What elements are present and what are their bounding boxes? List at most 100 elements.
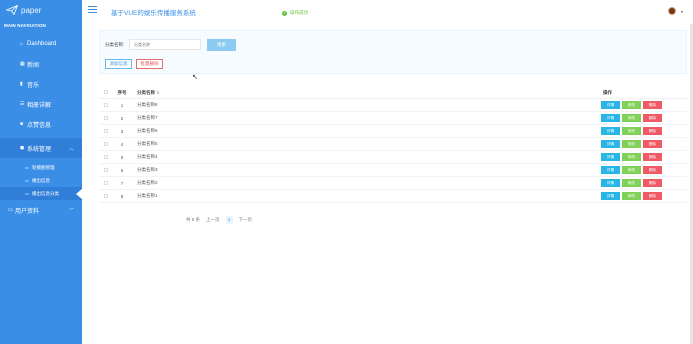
row-name: 分类名称7: [137, 115, 158, 120]
pager-current[interactable]: 1: [225, 216, 233, 224]
edit-button[interactable]: 修改: [622, 127, 641, 135]
sidebar-item-news[interactable]: ▦ 新闻: [0, 54, 82, 74]
edit-button[interactable]: 修改: [622, 101, 641, 109]
row-actions: 详情 修改 删除: [601, 140, 662, 148]
delete-button[interactable]: 删除: [643, 101, 662, 109]
edit-button[interactable]: 修改: [622, 166, 641, 174]
row-checkbox[interactable]: [99, 115, 113, 121]
grid-icon: ▦: [20, 61, 25, 67]
row-name: 分类名称8: [137, 102, 158, 107]
edit-button[interactable]: 修改: [622, 153, 641, 161]
row-checkbox[interactable]: [99, 193, 113, 199]
sidebar-subitem-carousel[interactable]: ▭ 轮播图管理: [0, 161, 82, 174]
chevron-down-icon: ﹀: [68, 207, 74, 214]
select-all-checkbox[interactable]: [99, 90, 113, 95]
view-button[interactable]: 详情: [601, 179, 620, 187]
table-row: 3 分类名称6 详情 修改 删除: [99, 125, 687, 138]
header-name[interactable]: 分类名称 ⇅: [131, 90, 601, 96]
list-icon: ☰: [20, 101, 25, 107]
sidebar-item-label: 音乐: [27, 82, 40, 89]
view-button[interactable]: 详情: [601, 101, 620, 109]
search-button[interactable]: 搜索: [207, 39, 236, 51]
caret-down-icon[interactable]: ▾: [681, 9, 683, 14]
row-checkbox[interactable]: [99, 102, 113, 108]
sidebar-subitem-broadcast-category[interactable]: ▭ 播出信息分类: [0, 187, 83, 200]
window-icon: ▭: [25, 191, 29, 196]
row-name: 分类名称1: [137, 193, 158, 198]
delete-button[interactable]: 删除: [643, 153, 662, 161]
sidebar-subitem-broadcast[interactable]: ▭ 播出信息: [0, 174, 82, 187]
sidebar-item-album[interactable]: ☰ 相册详解: [0, 94, 82, 114]
edit-button[interactable]: 修改: [622, 192, 641, 200]
nav-heading: MAIN NAVIGATION: [4, 23, 46, 28]
menu-toggle-icon[interactable]: [88, 6, 97, 13]
row-checkbox[interactable]: [99, 141, 113, 147]
window-icon: ▭: [25, 165, 29, 170]
header-ops: 操作: [603, 89, 612, 95]
row-index: 6: [120, 167, 124, 173]
table-row: 8 分类名称1 详情 修改 删除: [99, 190, 687, 203]
sidebar-item-dashboard[interactable]: ⌂ Dashboard: [0, 34, 82, 54]
view-button[interactable]: 详情: [601, 140, 620, 148]
sidebar-item-label: Dashboard: [27, 41, 57, 47]
delete-button[interactable]: 删除: [643, 127, 662, 135]
mouse-cursor-icon: ↖: [192, 74, 198, 81]
table-row: 2 分类名称7 详情 修改 删除: [99, 112, 687, 125]
row-checkbox[interactable]: [99, 154, 113, 160]
sidebar-item-system[interactable]: ◼ 系统管理 ︿: [0, 138, 82, 158]
edit-button[interactable]: 修改: [622, 140, 641, 148]
table-row: 6 分类名称3 详情 修改 删除: [99, 164, 687, 177]
user-card-icon: ▭: [8, 207, 13, 213]
sidebar-item-label: 系统管理: [27, 146, 52, 153]
view-button[interactable]: 详情: [601, 127, 620, 135]
view-button[interactable]: 详情: [601, 192, 620, 200]
pager-prev[interactable]: 上一页: [206, 217, 220, 223]
table-body: 1 分类名称8 详情 修改 删除 2 分类名称7 详情 修改 删除 3 分类名称6 详情 修改 删除 4 分类名…: [99, 99, 687, 203]
delete-button[interactable]: 删除: [643, 114, 662, 122]
table-header: 序号 分类名称 ⇅ 操作: [99, 87, 687, 99]
row-name: 分类名称2: [137, 180, 158, 185]
delete-button[interactable]: 删除: [643, 140, 662, 148]
logo[interactable]: paper: [0, 0, 82, 20]
main-content: 基于VUE的娱乐传播服务系统 ✓ 操作成功 ▾ 分类名称: 搜索 添加信息 批量…: [82, 0, 693, 344]
sidebar-item-user[interactable]: ▭ 用户资料 ﹀: [0, 200, 82, 220]
row-name: 分类名称3: [137, 167, 158, 172]
pager-next[interactable]: 下一页: [239, 217, 253, 223]
row-actions: 详情 修改 删除: [601, 101, 662, 109]
row-index: 3: [120, 128, 124, 134]
row-actions: 详情 修改 删除: [601, 179, 662, 187]
edit-button[interactable]: 修改: [622, 179, 641, 187]
sidebar-item-label: 新闻: [27, 62, 40, 69]
avatar[interactable]: [668, 7, 676, 15]
view-button[interactable]: 详情: [601, 114, 620, 122]
delete-button[interactable]: 删除: [643, 192, 662, 200]
search-panel: 分类名称: 搜索 添加信息 批量删除: [99, 30, 687, 74]
sidebar-item-label: 用户资料: [15, 208, 40, 215]
sort-icon[interactable]: ⇅: [156, 90, 159, 95]
sidebar-item-likes[interactable]: ■ 点赞信息: [0, 114, 82, 134]
row-checkbox[interactable]: [99, 180, 113, 186]
sidebar-item-music[interactable]: ▮ 音乐: [0, 74, 82, 94]
apps-icon: ■: [20, 121, 24, 127]
search-input[interactable]: [129, 39, 201, 50]
row-name: 分类名称6: [137, 128, 158, 133]
row-name: 分类名称4: [137, 154, 158, 159]
search-label: 分类名称:: [105, 42, 125, 47]
delete-button[interactable]: 删除: [643, 166, 662, 174]
sidebar-subitem-label: 播出信息分类: [32, 190, 59, 196]
batch-delete-button[interactable]: 批量删除: [136, 59, 163, 69]
add-button[interactable]: 添加信息: [105, 59, 132, 69]
edit-button[interactable]: 修改: [622, 114, 641, 122]
delete-button[interactable]: 删除: [643, 179, 662, 187]
sidebar-item-label: 点赞信息: [27, 122, 52, 129]
check-circle-icon: ✓: [282, 10, 287, 16]
pager-total: 共 8 条: [186, 217, 201, 222]
row-checkbox[interactable]: [99, 128, 113, 134]
sidebar-subitem-label: 播出信息: [32, 177, 50, 183]
table-row: 5 分类名称4 详情 修改 删除: [99, 151, 687, 164]
view-button[interactable]: 详情: [601, 166, 620, 174]
view-button[interactable]: 详情: [601, 153, 620, 161]
page-title: 基于VUE的娱乐传播服务系统: [111, 10, 196, 17]
row-checkbox[interactable]: [99, 167, 113, 173]
row-index: 8: [120, 193, 124, 199]
